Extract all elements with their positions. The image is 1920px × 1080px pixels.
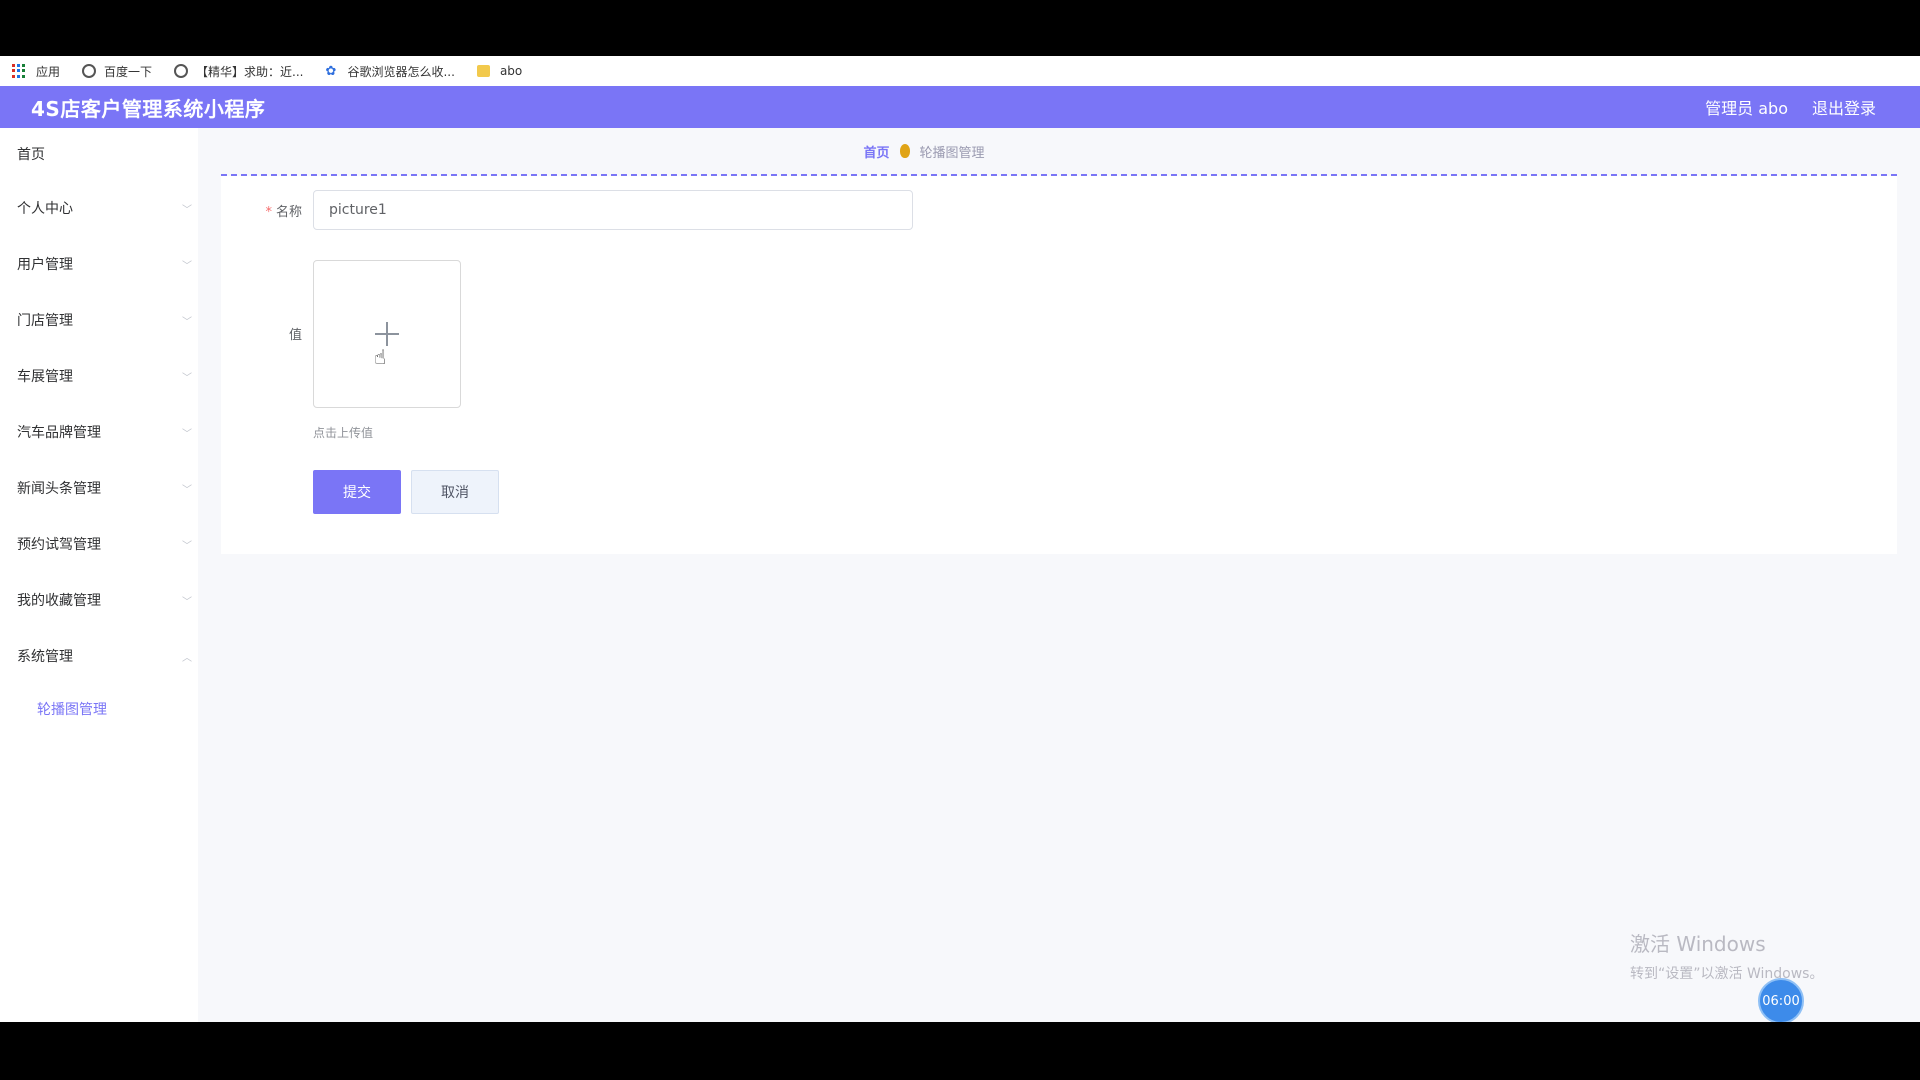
sidebar: 首页 个人中心 ﹀ 用户管理 ﹀ 门店管理 ﹀ 车展管理 ﹀ 汽车品牌管理 ﹀ … [0,128,198,1022]
required-mark: * [265,204,272,220]
bookmark-label: abo [499,64,523,78]
user-name[interactable]: 管理员 abo [1705,95,1788,119]
breadcrumb: 首页 轮播图管理 [198,128,1920,174]
sidebar-item-label: 新闻头条管理 [17,481,101,497]
main-content: 首页 轮播图管理 * 名称 picture1 值 ☝ 点击上传值 提交 取消 [198,128,1920,1022]
sidebar-subitem-carousel[interactable]: 轮播图管理 [0,684,198,734]
sidebar-item-stores[interactable]: 门店管理 ﹀ [0,292,198,348]
screen-top-border [0,0,1920,56]
chevron-down-icon: ﹀ [182,372,192,384]
sidebar-item-label: 我的收藏管理 [17,593,101,609]
upload-hint: 点击上传值 [313,426,374,440]
medal-icon [899,144,910,158]
image-upload[interactable]: ☝ [313,260,461,408]
bookmark-label: 百度一下 [104,64,153,79]
bookmark-apps[interactable]: 应用 [12,63,60,80]
chevron-down-icon: ﹀ [182,596,192,608]
chevron-down-icon: ﹀ [182,204,192,216]
globe-icon [82,64,97,78]
chevron-down-icon: ﹀ [182,428,192,440]
folder-icon [476,65,490,77]
submit-button[interactable]: 提交 [313,470,401,514]
breadcrumb-home[interactable]: 首页 [863,142,889,161]
breadcrumb-current: 轮播图管理 [919,145,985,161]
apps-icon [12,64,26,78]
header-actions: 管理员 abo 退出登录 [1681,95,1876,119]
cancel-button[interactable]: 取消 [411,470,499,514]
bookmark-abo[interactable]: abo [476,64,523,78]
bookmark-baidu[interactable]: 百度一下 [82,63,152,80]
bookmark-label: 【精华】求助：近... [196,64,304,79]
sidebar-item-favorites[interactable]: 我的收藏管理 ﹀ [0,572,198,628]
app-header: 4S店客户管理系统小程序 管理员 abo 退出登录 [0,86,1920,128]
paw-icon: ✿ [325,63,337,79]
name-input[interactable]: picture1 [313,190,913,230]
watermark-subtitle: 转到“设置”以激活 Windows。 [1630,966,1824,982]
watermark-title: 激活 Windows [1630,932,1766,956]
bookmark-help[interactable]: 【精华】求助：近... [174,63,303,80]
bookmark-label: 应用 [36,64,61,79]
value-row: 值 [242,324,313,343]
windows-activation-watermark: 激活 Windows 转到“设置”以激活 Windows。 [1630,928,1823,983]
sidebar-item-label: 车展管理 [17,369,73,385]
globe-icon [174,64,189,78]
sidebar-item-label: 用户管理 [17,257,73,273]
sidebar-item-car-shows[interactable]: 车展管理 ﹀ [0,348,198,404]
sidebar-item-users[interactable]: 用户管理 ﹀ [0,236,198,292]
bookmark-label: 谷歌浏览器怎么收... [347,64,455,79]
hand-pointer-icon: ☝ [374,345,387,369]
logout-button[interactable]: 退出登录 [1812,95,1876,119]
sidebar-item-label: 汽车品牌管理 [17,425,101,441]
sidebar-item-home[interactable]: 首页 [0,128,198,180]
plus-icon [375,322,399,346]
app-title: 4S店客户管理系统小程序 [31,96,266,121]
chevron-up-icon: ︿ [182,652,192,664]
sidebar-item-test-drive[interactable]: 预约试驾管理 ﹀ [0,516,198,572]
sidebar-item-label: 个人中心 [17,201,73,217]
sidebar-item-system[interactable]: 系统管理 ︿ [0,628,198,684]
value-label: 值 [288,328,302,343]
sidebar-item-label: 首页 [17,147,45,163]
chevron-down-icon: ﹀ [182,540,192,552]
bookmarks-bar: 应用 百度一下 【精华】求助：近... ✿ 谷歌浏览器怎么收... abo [0,56,1920,86]
name-row: * 名称 picture1 [242,190,913,230]
sidebar-item-car-brands[interactable]: 汽车品牌管理 ﹀ [0,404,198,460]
recording-timer[interactable]: 06:00 [1758,978,1804,1024]
chevron-down-icon: ﹀ [182,316,192,328]
sidebar-item-label: 预约试驾管理 [17,537,101,553]
sidebar-item-label: 门店管理 [17,313,73,329]
chevron-down-icon: ﹀ [182,484,192,496]
name-label: * 名称 [265,204,302,220]
sidebar-item-news[interactable]: 新闻头条管理 ﹀ [0,460,198,516]
screen-bottom-border [0,1022,1920,1080]
chevron-down-icon: ﹀ [182,260,192,272]
bookmark-chrome[interactable]: ✿ 谷歌浏览器怎么收... [325,63,454,80]
sidebar-item-label: 系统管理 [17,649,73,665]
sidebar-item-personal-center[interactable]: 个人中心 ﹀ [0,180,198,236]
form-card: * 名称 picture1 值 ☝ 点击上传值 提交 取消 [221,176,1897,554]
